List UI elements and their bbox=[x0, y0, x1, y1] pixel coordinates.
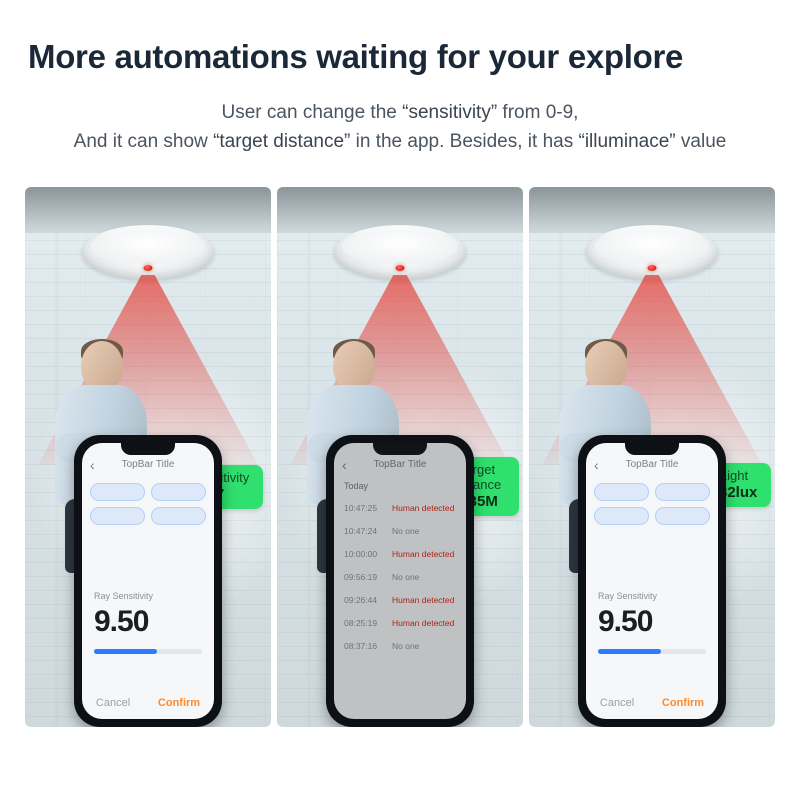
panel-row: Sensitivity 7 ‹ TopBar Title bbox=[0, 187, 800, 727]
sensor-disc bbox=[334, 225, 466, 279]
confirm-button[interactable]: Confirm bbox=[662, 697, 704, 709]
phone-notch bbox=[121, 443, 175, 455]
sensor-disc bbox=[82, 225, 214, 279]
option-pill[interactable] bbox=[90, 507, 145, 525]
metric-value: 9.50 bbox=[598, 605, 652, 639]
subtitle-line-2: And it can show “target distance” in the… bbox=[0, 127, 800, 156]
app-topbar: ‹ TopBar Title bbox=[586, 455, 718, 475]
phone-mockup: ‹ TopBar Title Ray Sensitivity 9.50 Canc… bbox=[74, 435, 222, 727]
sensitivity-slider[interactable] bbox=[598, 649, 706, 654]
sub1-post: from 0-9, bbox=[497, 102, 578, 123]
subtitle-line-1: User can change the “sensitivity” from 0… bbox=[0, 98, 800, 127]
phone-screen: ‹ TopBar Title Ray Sensitivity 9.50 Canc… bbox=[586, 443, 718, 719]
sensor-device bbox=[334, 225, 466, 279]
confirm-button[interactable]: Confirm bbox=[158, 697, 200, 709]
dialog-actions: Cancel Confirm bbox=[586, 697, 718, 709]
option-pill[interactable] bbox=[151, 483, 206, 501]
sub2-quoted-1: “target distance” bbox=[213, 131, 350, 152]
sensor-device bbox=[82, 225, 214, 279]
cancel-button[interactable]: Cancel bbox=[96, 697, 130, 709]
dim-overlay bbox=[334, 443, 466, 719]
sub1-pre: User can change the bbox=[222, 102, 403, 123]
back-icon[interactable]: ‹ bbox=[594, 457, 599, 473]
sub1-quoted: “sensitivity” bbox=[402, 102, 497, 123]
sub2-pre: And it can show bbox=[74, 131, 213, 152]
option-pill[interactable] bbox=[90, 483, 145, 501]
option-pill[interactable] bbox=[151, 507, 206, 525]
sub2-quoted-2: “illuminace” bbox=[579, 131, 676, 152]
metric-label: Ray Sensitivity bbox=[598, 591, 657, 601]
topbar-title: TopBar Title bbox=[122, 459, 175, 470]
option-pill[interactable] bbox=[594, 507, 649, 525]
option-pill[interactable] bbox=[655, 507, 710, 525]
metric-label: Ray Sensitivity bbox=[94, 591, 153, 601]
option-pills bbox=[594, 483, 710, 525]
cancel-button[interactable]: Cancel bbox=[600, 697, 634, 709]
phone-screen: ‹ TopBar Title Ray Sensitivity 9.50 Canc… bbox=[82, 443, 214, 719]
headline: More automations waiting for your explor… bbox=[0, 38, 800, 76]
sensor-led-icon bbox=[396, 265, 405, 271]
metric-value: 9.50 bbox=[94, 605, 148, 639]
panel-sensitivity: Sensitivity 7 ‹ TopBar Title bbox=[25, 187, 271, 727]
phone-screen: ‹ TopBar Title Today 10:47:25Human detec… bbox=[334, 443, 466, 719]
panel-illuminance: Light 232lux ‹ TopBar Title bbox=[529, 187, 775, 727]
sub2-mid: in the app. Besides, it has bbox=[350, 131, 578, 152]
option-pills bbox=[90, 483, 206, 525]
phone-mockup: ‹ TopBar Title Ray Sensitivity 9.50 Canc… bbox=[578, 435, 726, 727]
phone-mockup: ‹ TopBar Title Today 10:47:25Human detec… bbox=[326, 435, 474, 727]
sensitivity-slider[interactable] bbox=[94, 649, 202, 654]
sensor-device bbox=[586, 225, 718, 279]
sensor-disc bbox=[586, 225, 718, 279]
back-icon[interactable]: ‹ bbox=[90, 457, 95, 473]
sensor-led-icon bbox=[144, 265, 153, 271]
phone-notch bbox=[625, 443, 679, 455]
sensor-led-icon bbox=[648, 265, 657, 271]
panel-target-distance: Target distance 1.35M ‹ TopBar Title Tod… bbox=[277, 187, 523, 727]
topbar-title: TopBar Title bbox=[626, 459, 679, 470]
option-pill[interactable] bbox=[594, 483, 649, 501]
option-pill[interactable] bbox=[655, 483, 710, 501]
sub2-post: value bbox=[676, 131, 727, 152]
dialog-actions: Cancel Confirm bbox=[82, 697, 214, 709]
app-topbar: ‹ TopBar Title bbox=[82, 455, 214, 475]
